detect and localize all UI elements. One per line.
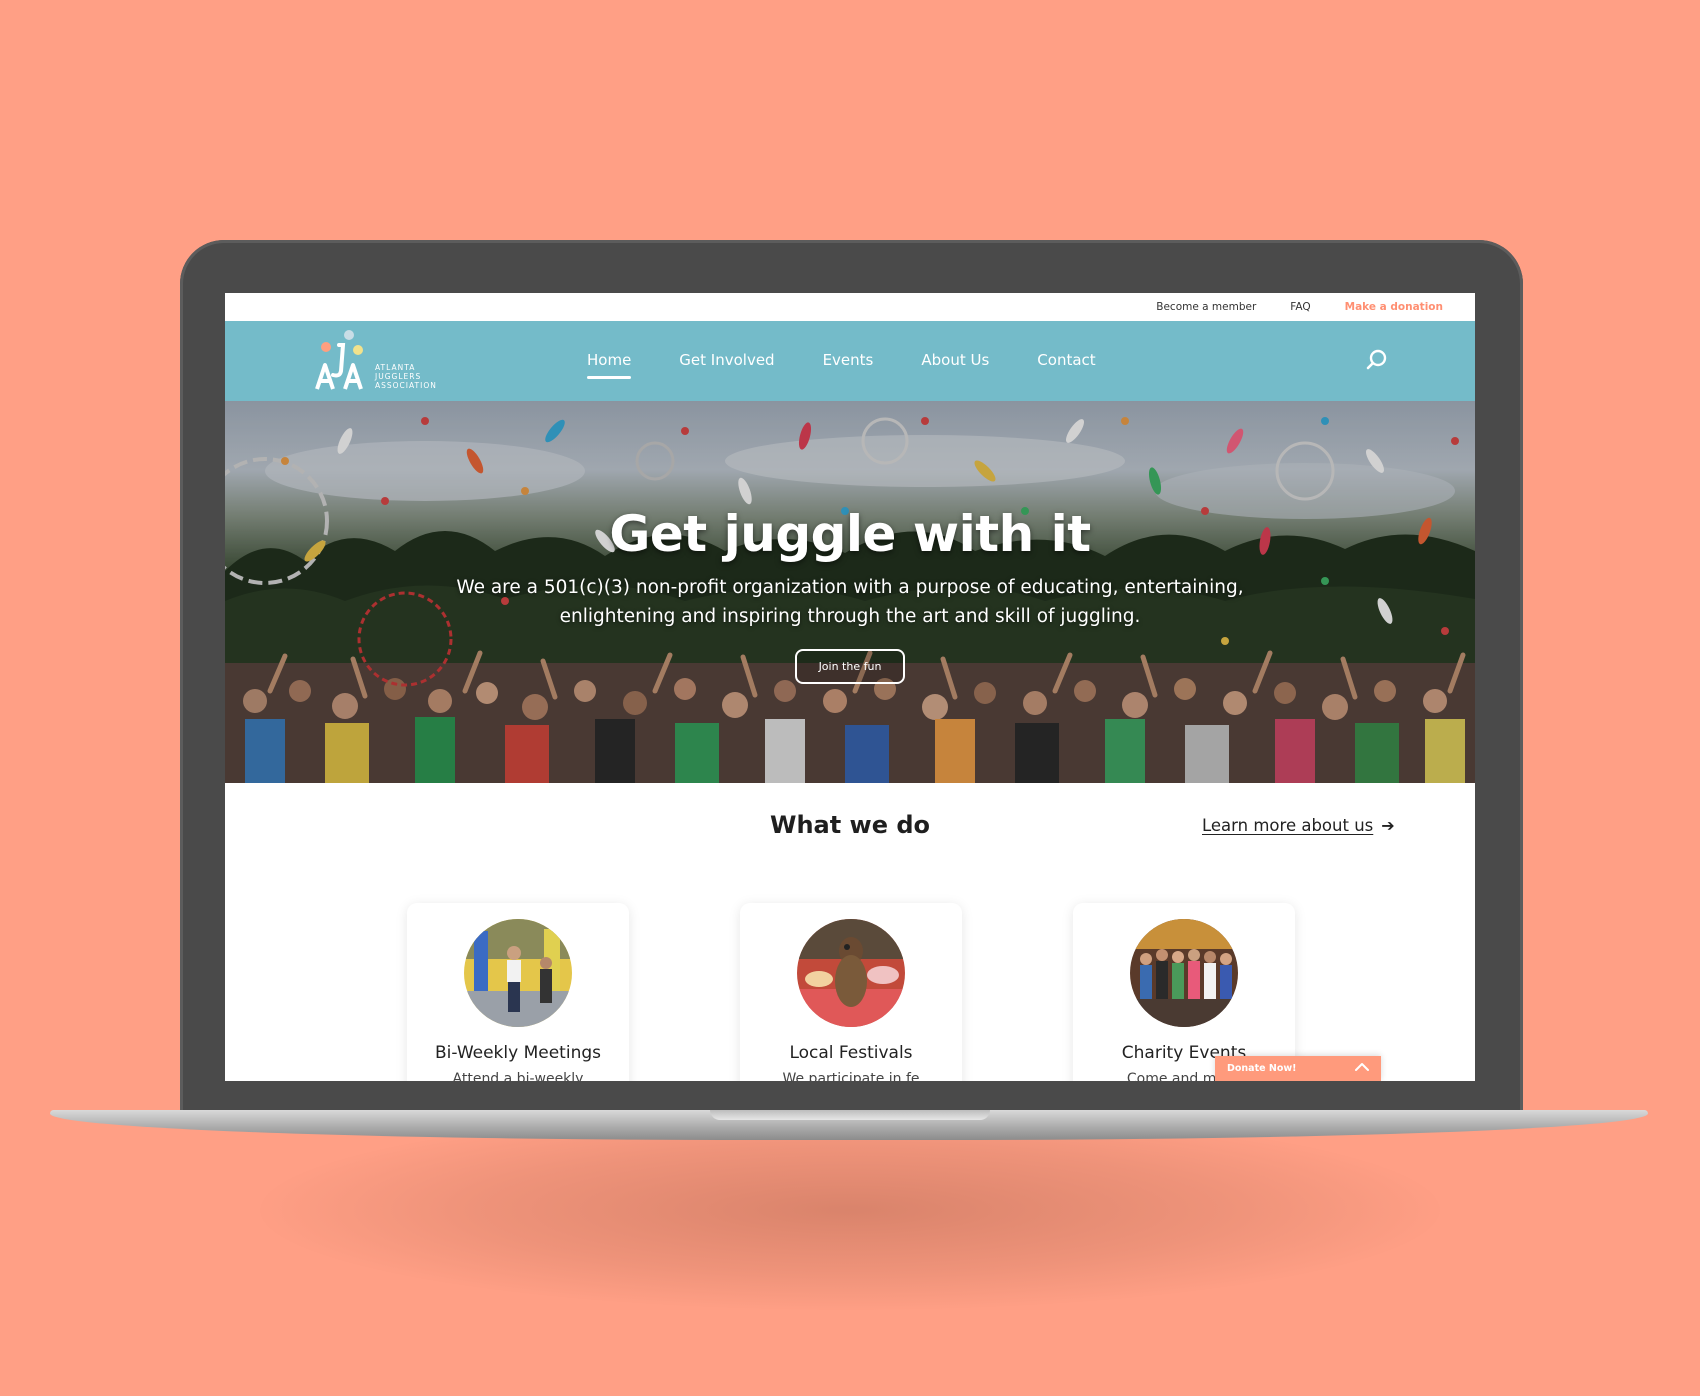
learn-more-link[interactable]: Learn more about us ➔ (1202, 816, 1395, 835)
hero-subtitle: We are a 501(c)(3) non-profit organizati… (456, 577, 1244, 627)
card-bi-weekly-meetings[interactable]: Bi-Weekly Meetings Attend a bi-weekly (407, 903, 629, 1081)
make-donation-link[interactable]: Make a donation (1345, 301, 1443, 313)
nav-events[interactable]: Events (823, 351, 874, 371)
donate-now-label: Donate Now! (1227, 1063, 1297, 1074)
nav-get-involved[interactable]: Get Involved (679, 351, 774, 371)
utility-bar: Become a member FAQ Make a donation (225, 293, 1475, 321)
become-member-link[interactable]: Become a member (1156, 301, 1256, 313)
logo-text: ATLANTA JUGGLERS ASSOCIATION (375, 363, 437, 390)
chevron-up-icon (1355, 1063, 1369, 1071)
card-description: Attend a bi-weekly (452, 1071, 584, 1081)
search-icon (1366, 349, 1387, 370)
join-the-fun-button[interactable]: Join the fun (794, 649, 906, 684)
logo-mark-icon (315, 330, 363, 390)
nav-contact[interactable]: Contact (1037, 351, 1095, 371)
card-photo (797, 919, 905, 1027)
what-we-do-section: What we do Learn more about us ➔ Bi-Week… (225, 783, 1475, 1081)
laptop-shadow (260, 1110, 1440, 1310)
card-title: Bi-Weekly Meetings (435, 1043, 601, 1063)
card-photo (464, 919, 572, 1027)
learn-more-label: Learn more about us (1202, 816, 1374, 835)
nav-home[interactable]: Home (587, 351, 632, 379)
hero-banner: Get juggle with it We are a 501(c)(3) no… (225, 401, 1475, 783)
laptop-notch (710, 1110, 990, 1120)
hero-title: Get juggle with it (609, 505, 1091, 563)
card-local-festivals[interactable]: Local Festivals We participate in fe (740, 903, 962, 1081)
faq-link[interactable]: FAQ (1290, 301, 1310, 313)
card-title: Local Festivals (789, 1043, 913, 1063)
nav-links: Home Get Involved Events About Us Contac… (587, 321, 1096, 401)
card-photo (1130, 919, 1238, 1027)
search-button[interactable] (1365, 348, 1389, 372)
hero-content: Get juggle with it We are a 501(c)(3) no… (225, 505, 1475, 684)
main-nav: ATLANTA JUGGLERS ASSOCIATION Home Get In… (225, 321, 1475, 401)
arrow-right-icon: ➔ (1381, 816, 1395, 835)
card-description: We participate in fe (782, 1071, 920, 1081)
card-charity-events[interactable]: Charity Events Come and make (1073, 903, 1295, 1081)
cards-row: Bi-Weekly Meetings Attend a bi-weekly Lo… (225, 903, 1475, 1081)
nav-about-us[interactable]: About Us (921, 351, 989, 371)
site-logo[interactable]: ATLANTA JUGGLERS ASSOCIATION (315, 329, 455, 393)
website-screen: Become a member FAQ Make a donation ATLA… (225, 293, 1475, 1081)
donate-now-tab[interactable]: Donate Now! (1215, 1056, 1381, 1081)
